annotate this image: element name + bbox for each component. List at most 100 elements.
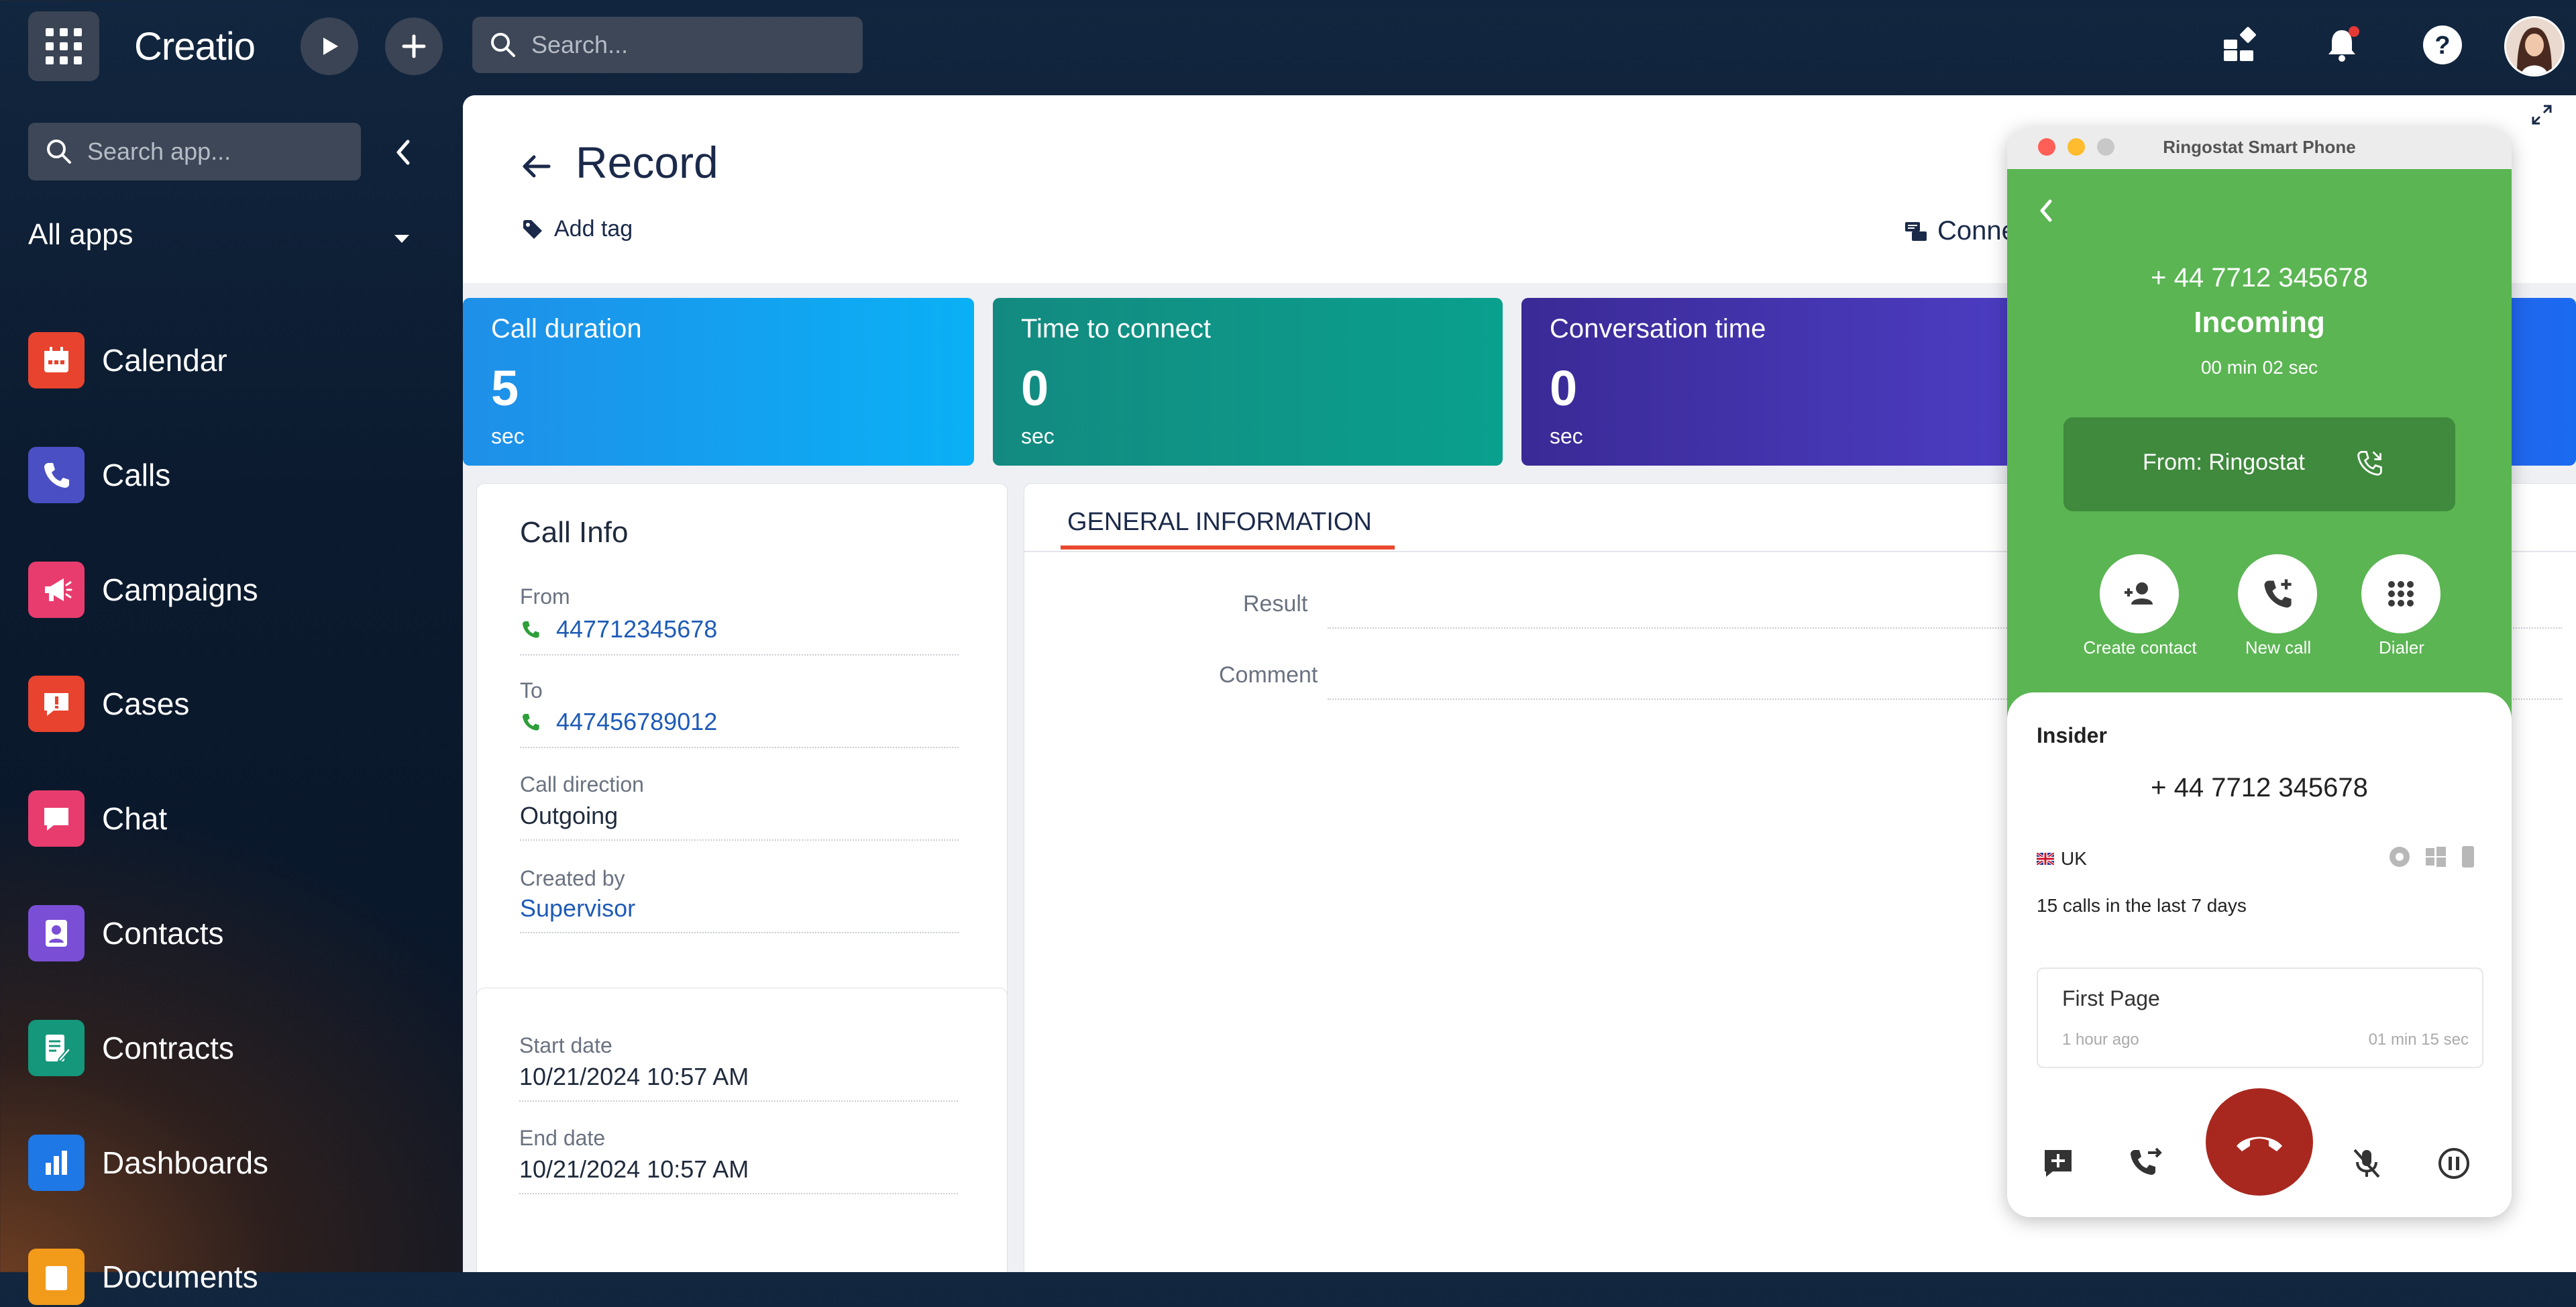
to-phone-link[interactable]: 447456789012 (520, 708, 717, 736)
pause-icon (2438, 1148, 2469, 1179)
created-by-label: Created by (520, 866, 625, 890)
all-apps-label: All apps (28, 218, 133, 251)
hang-up-button[interactable] (2206, 1088, 2313, 1196)
user-avatar[interactable] (2504, 16, 2565, 76)
global-search-input[interactable]: Search... (472, 17, 863, 73)
app-search-input[interactable]: Search app... (28, 123, 361, 180)
tab-general-information[interactable]: GENERAL INFORMATION (1067, 508, 1372, 537)
page-visit-time: 1 hour ago (2062, 1031, 2139, 1049)
sidebar-item-documents[interactable]: Documents (28, 1247, 258, 1307)
created-by-link[interactable]: Supervisor (520, 894, 635, 923)
create-contact-label: Create contact (2083, 637, 2197, 658)
windows-icon (2426, 847, 2446, 867)
divider (520, 654, 959, 656)
tile-unit: sec (1550, 424, 1583, 448)
sidebar-item-contacts[interactable]: Contacts (28, 903, 224, 963)
sidebar-item-contracts[interactable]: Contracts (28, 1018, 234, 1078)
chevron-left-icon (396, 140, 410, 165)
page-title: Record (576, 138, 718, 187)
expand-button[interactable] (2532, 105, 2552, 128)
sidebar-item-calls[interactable]: Calls (28, 445, 170, 505)
visited-page-card[interactable]: First Page 1 hour ago 01 min 15 sec (2037, 968, 2483, 1068)
divider (520, 839, 959, 841)
add-comment-icon (2045, 1150, 2072, 1177)
from-value: 447712345678 (556, 615, 718, 643)
country: UK (2037, 848, 2087, 870)
add-call-icon (2264, 579, 2292, 608)
notifications-button[interactable] (2312, 15, 2372, 75)
add-person-icon (2125, 582, 2153, 605)
sidebar-item-cases[interactable]: Cases (28, 674, 189, 734)
tile-unit: sec (1021, 424, 1055, 448)
dates-card-content: Start date 10/21/2024 10:57 AM End date … (476, 988, 1006, 1229)
mute-button[interactable] (2340, 1137, 2394, 1190)
connect-label: Conne (1937, 216, 2017, 246)
sidebar-item-label: Contracts (102, 1031, 234, 1065)
dialer-button[interactable] (2361, 554, 2440, 633)
time-to-connect-tile: Time to connect 0 sec (993, 298, 1503, 466)
from-label: From (520, 584, 570, 609)
page-visit-duration: 01 min 15 sec (2368, 1031, 2469, 1049)
grid-icon (46, 28, 82, 64)
add-note-button[interactable] (2031, 1137, 2085, 1190)
card-title: Call Info (520, 516, 629, 549)
add-tag-label: Add tag (554, 216, 633, 242)
search-placeholder: Search... (531, 31, 629, 58)
transfer-call-button[interactable] (2118, 1137, 2172, 1190)
tile-label: Time to connect (1021, 314, 1212, 344)
add-tag-button[interactable]: Add tag (522, 216, 633, 242)
call-duration-tile: Call duration 5 sec (463, 298, 974, 466)
tile-value: 0 (1550, 360, 1578, 416)
incoming-call-icon (2357, 451, 2382, 476)
all-apps-dropdown-button[interactable] (393, 233, 411, 248)
contact-tag: Insider (2037, 723, 2107, 747)
country-label: UK (2061, 848, 2087, 869)
from-phone-link[interactable]: 447712345678 (520, 615, 717, 643)
end-date-label: End date (519, 1126, 606, 1150)
ringostat-phone-widget: Ringostat Smart Phone + 44 7712 345678 I… (2007, 127, 2512, 1217)
new-call-label: New call (2245, 637, 2312, 658)
run-process-button[interactable] (301, 17, 358, 75)
help-button[interactable]: ? (2412, 15, 2473, 75)
mobile-icon (2462, 846, 2474, 868)
creatio-logo: Creatio (134, 25, 256, 68)
sidebar-item-campaigns[interactable]: Campaigns (28, 560, 258, 620)
start-date-value: 10/21/2024 10:57 AM (519, 1063, 749, 1090)
phone-window-title: Ringostat Smart Phone (2163, 137, 2356, 157)
top-bar: Creatio Search... ? (0, 0, 2576, 94)
sidebar-item-calendar[interactable]: Calendar (28, 330, 227, 390)
chevron-left-icon (2040, 199, 2052, 222)
phone-titlebar: Ringostat Smart Phone (2007, 127, 2512, 170)
active-tab-indicator (1061, 545, 1395, 550)
comment-label: Comment (1219, 662, 1318, 688)
create-contact-button[interactable] (2100, 554, 2179, 633)
device-info (2388, 845, 2475, 868)
create-button[interactable] (385, 17, 443, 75)
calendar-icon (28, 332, 85, 388)
sidebar-item-dashboards[interactable]: Dashboards (28, 1133, 268, 1193)
result-label: Result (1243, 591, 1308, 617)
from-line-label: From: Ringostat (2143, 450, 2305, 475)
phone-back-button[interactable] (2037, 197, 2055, 227)
sidebar-item-label: Chat (102, 801, 168, 836)
call-timer: 00 min 02 sec (2200, 357, 2318, 378)
widgets-button[interactable] (2210, 15, 2270, 75)
connect-button[interactable]: Conne (1904, 216, 2017, 246)
divider (519, 1193, 958, 1194)
collapse-sidebar-button[interactable] (386, 134, 420, 170)
case-alert-icon (28, 676, 85, 732)
megaphone-icon (28, 562, 85, 618)
call-transfer-icon (2131, 1147, 2162, 1175)
search-icon (491, 33, 515, 57)
search-icon (47, 140, 71, 164)
sidebar-item-chat[interactable]: Chat (28, 788, 167, 849)
app-launcher-button[interactable] (28, 11, 99, 81)
direction-value: Outgoing (520, 802, 619, 829)
phone-icon (28, 447, 85, 503)
hold-button[interactable] (2427, 1137, 2481, 1190)
end-date-value: 10/21/2024 10:57 AM (519, 1155, 749, 1183)
expand-icon (2532, 105, 2552, 125)
back-button[interactable] (519, 152, 553, 185)
direction-label: Call direction (520, 772, 644, 796)
new-call-button[interactable] (2238, 554, 2317, 633)
